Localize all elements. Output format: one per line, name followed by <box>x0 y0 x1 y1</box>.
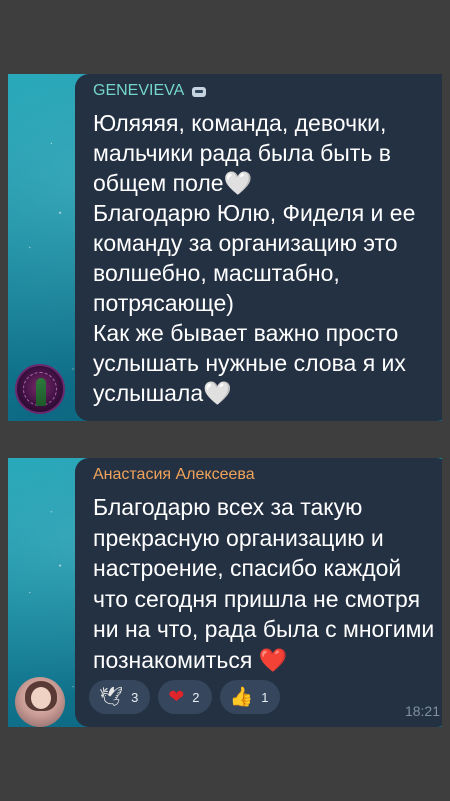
sender-name-text: Анастасия Алексеева <box>93 466 255 483</box>
message-screenshot-1: GENEVIEVA Юляяяя, команда, девочки, маль… <box>8 74 442 421</box>
dove-icon: 🕊 <box>99 686 124 708</box>
avatar-figure <box>36 378 46 406</box>
reaction-count: 3 <box>131 689 139 705</box>
bot-icon <box>190 83 208 99</box>
sender-name[interactable]: GENEVIEVA <box>93 80 438 102</box>
message-timestamp: 18:21 <box>404 703 440 719</box>
heart-icon: ❤ <box>168 686 185 708</box>
reaction-heart[interactable]: ❤ 2 <box>158 680 212 714</box>
reactions-bar: 🕊 3 ❤ 2 👍 1 <box>89 680 281 714</box>
thumbs-up-icon: 👍 <box>229 686 254 708</box>
reaction-count: 2 <box>192 689 200 705</box>
avatar[interactable] <box>15 677 65 727</box>
message-text: Юляяяя, команда, девочки, мальчики рада … <box>93 110 416 406</box>
sender-name[interactable]: Анастасия Алексеева <box>93 464 438 486</box>
reaction-thumbs-up[interactable]: 👍 1 <box>219 680 281 714</box>
avatar[interactable] <box>15 364 65 414</box>
sender-name-text: GENEVIEVA <box>93 82 185 99</box>
reaction-dove[interactable]: 🕊 3 <box>89 680 151 714</box>
message-screenshot-2: Анастасия Алексеева Благодарю всех за та… <box>8 458 442 727</box>
avatar-face <box>31 687 51 709</box>
message-bubble[interactable]: Анастасия Алексеева Благодарю всех за та… <box>75 458 442 727</box>
reaction-count: 1 <box>261 689 269 705</box>
message-bubble[interactable]: GENEVIEVA Юляяяя, команда, девочки, маль… <box>75 74 442 421</box>
message-text: Благодарю всех за такую прекрасную орган… <box>93 494 441 673</box>
